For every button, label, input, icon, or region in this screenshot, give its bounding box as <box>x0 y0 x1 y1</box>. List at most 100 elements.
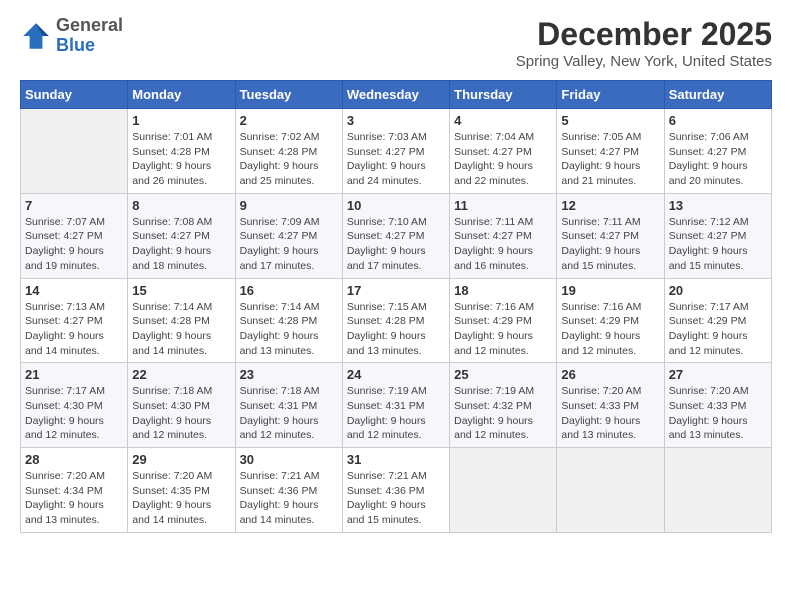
day-info: Sunrise: 7:08 AMSunset: 4:27 PMDaylight:… <box>132 215 230 274</box>
day-info: Sunrise: 7:16 AMSunset: 4:29 PMDaylight:… <box>561 300 659 359</box>
day-number: 26 <box>561 367 659 382</box>
day-info: Sunrise: 7:18 AMSunset: 4:31 PMDaylight:… <box>240 384 338 443</box>
calendar-cell: 4Sunrise: 7:04 AMSunset: 4:27 PMDaylight… <box>450 109 557 194</box>
day-number: 5 <box>561 113 659 128</box>
day-header-friday: Friday <box>557 81 664 109</box>
calendar-cell: 17Sunrise: 7:15 AMSunset: 4:28 PMDayligh… <box>342 278 449 363</box>
calendar-cell <box>450 448 557 533</box>
calendar-cell <box>21 109 128 194</box>
calendar-cell <box>557 448 664 533</box>
day-info: Sunrise: 7:17 AMSunset: 4:30 PMDaylight:… <box>25 384 123 443</box>
day-number: 7 <box>25 198 123 213</box>
day-number: 6 <box>669 113 767 128</box>
day-info: Sunrise: 7:07 AMSunset: 4:27 PMDaylight:… <box>25 215 123 274</box>
calendar-cell: 14Sunrise: 7:13 AMSunset: 4:27 PMDayligh… <box>21 278 128 363</box>
day-info: Sunrise: 7:18 AMSunset: 4:30 PMDaylight:… <box>132 384 230 443</box>
day-info: Sunrise: 7:21 AMSunset: 4:36 PMDaylight:… <box>240 469 338 528</box>
day-info: Sunrise: 7:06 AMSunset: 4:27 PMDaylight:… <box>669 130 767 189</box>
day-number: 12 <box>561 198 659 213</box>
calendar-cell: 16Sunrise: 7:14 AMSunset: 4:28 PMDayligh… <box>235 278 342 363</box>
calendar-header-row: SundayMondayTuesdayWednesdayThursdayFrid… <box>21 81 772 109</box>
day-number: 30 <box>240 452 338 467</box>
calendar-week-2: 7 Sunrise: 7:07 AMSunset: 4:27 PMDaylight… <box>21 193 772 278</box>
day-number: 18 <box>454 283 552 298</box>
calendar-week-1: 1 Sunrise: 7:01 AMSunset: 4:28 PMDaylight… <box>21 109 772 194</box>
day-number: 28 <box>25 452 123 467</box>
day-number: 2 <box>240 113 338 128</box>
day-info: Sunrise: 7:15 AMSunset: 4:28 PMDaylight:… <box>347 300 445 359</box>
day-number: 11 <box>454 198 552 213</box>
calendar-cell: 8 Sunrise: 7:08 AMSunset: 4:27 PMDaylight… <box>128 193 235 278</box>
page-subtitle: Spring Valley, New York, United States <box>516 53 772 70</box>
day-number: 23 <box>240 367 338 382</box>
day-header-tuesday: Tuesday <box>235 81 342 109</box>
day-header-monday: Monday <box>128 81 235 109</box>
day-number: 25 <box>454 367 552 382</box>
calendar-body: 1 Sunrise: 7:01 AMSunset: 4:28 PMDaylight… <box>21 109 772 533</box>
day-info: Sunrise: 7:11 AMSunset: 4:27 PMDaylight:… <box>454 215 552 274</box>
calendar-cell: 19 Sunrise: 7:16 AMSunset: 4:29 PMDayligh… <box>557 278 664 363</box>
calendar-week-5: 28 Sunrise: 7:20 AMSunset: 4:34 PMDayligh… <box>21 448 772 533</box>
day-number: 20 <box>669 283 767 298</box>
day-number: 24 <box>347 367 445 382</box>
day-info: Sunrise: 7:19 AMSunset: 4:32 PMDaylight:… <box>454 384 552 443</box>
day-number: 10 <box>347 198 445 213</box>
calendar-cell: 15 Sunrise: 7:14 AMSunset: 4:28 PMDayligh… <box>128 278 235 363</box>
logo: General Blue <box>20 16 123 56</box>
day-number: 22 <box>132 367 230 382</box>
day-info: Sunrise: 7:21 AMSunset: 4:36 PMDaylight:… <box>347 469 445 528</box>
day-number: 31 <box>347 452 445 467</box>
day-info: Sunrise: 7:13 AMSunset: 4:27 PMDaylight:… <box>25 300 123 359</box>
day-info: Sunrise: 7:16 AMSunset: 4:29 PMDaylight:… <box>454 300 552 359</box>
day-header-saturday: Saturday <box>664 81 771 109</box>
day-info: Sunrise: 7:17 AMSunset: 4:29 PMDaylight:… <box>669 300 767 359</box>
calendar-week-4: 21Sunrise: 7:17 AMSunset: 4:30 PMDayligh… <box>21 363 772 448</box>
day-info: Sunrise: 7:20 AMSunset: 4:34 PMDaylight:… <box>25 469 123 528</box>
day-info: Sunrise: 7:03 AMSunset: 4:27 PMDaylight:… <box>347 130 445 189</box>
calendar-cell: 26 Sunrise: 7:20 AMSunset: 4:33 PMDayligh… <box>557 363 664 448</box>
day-number: 19 <box>561 283 659 298</box>
calendar-cell: 10Sunrise: 7:10 AMSunset: 4:27 PMDayligh… <box>342 193 449 278</box>
day-info: Sunrise: 7:11 AMSunset: 4:27 PMDaylight:… <box>561 215 659 274</box>
day-number: 15 <box>132 283 230 298</box>
day-number: 8 <box>132 198 230 213</box>
day-info: Sunrise: 7:05 AMSunset: 4:27 PMDaylight:… <box>561 130 659 189</box>
calendar-week-3: 14Sunrise: 7:13 AMSunset: 4:27 PMDayligh… <box>21 278 772 363</box>
calendar-cell: 12 Sunrise: 7:11 AMSunset: 4:27 PMDayligh… <box>557 193 664 278</box>
day-info: Sunrise: 7:14 AMSunset: 4:28 PMDaylight:… <box>132 300 230 359</box>
calendar-cell: 23 Sunrise: 7:18 AMSunset: 4:31 PMDayligh… <box>235 363 342 448</box>
calendar-cell: 2 Sunrise: 7:02 AMSunset: 4:28 PMDaylight… <box>235 109 342 194</box>
logo-icon <box>20 20 52 52</box>
calendar-cell: 6 Sunrise: 7:06 AMSunset: 4:27 PMDaylight… <box>664 109 771 194</box>
calendar-cell: 9 Sunrise: 7:09 AMSunset: 4:27 PMDaylight… <box>235 193 342 278</box>
calendar-cell <box>664 448 771 533</box>
calendar-cell: 25 Sunrise: 7:19 AMSunset: 4:32 PMDayligh… <box>450 363 557 448</box>
day-info: Sunrise: 7:20 AMSunset: 4:35 PMDaylight:… <box>132 469 230 528</box>
day-number: 1 <box>132 113 230 128</box>
day-number: 9 <box>240 198 338 213</box>
calendar-cell: 18 Sunrise: 7:16 AMSunset: 4:29 PMDayligh… <box>450 278 557 363</box>
calendar-cell: 27Sunrise: 7:20 AMSunset: 4:33 PMDayligh… <box>664 363 771 448</box>
day-info: Sunrise: 7:20 AMSunset: 4:33 PMDaylight:… <box>669 384 767 443</box>
calendar-cell: 20 Sunrise: 7:17 AMSunset: 4:29 PMDayligh… <box>664 278 771 363</box>
day-number: 3 <box>347 113 445 128</box>
calendar-cell: 30 Sunrise: 7:21 AMSunset: 4:36 PMDayligh… <box>235 448 342 533</box>
calendar-cell: 3 Sunrise: 7:03 AMSunset: 4:27 PMDaylight… <box>342 109 449 194</box>
calendar-cell: 5 Sunrise: 7:05 AMSunset: 4:27 PMDaylight… <box>557 109 664 194</box>
day-number: 29 <box>132 452 230 467</box>
day-header-thursday: Thursday <box>450 81 557 109</box>
day-info: Sunrise: 7:20 AMSunset: 4:33 PMDaylight:… <box>561 384 659 443</box>
title-area: December 2025 Spring Valley, New York, U… <box>516 16 772 70</box>
day-info: Sunrise: 7:19 AMSunset: 4:31 PMDaylight:… <box>347 384 445 443</box>
calendar-cell: 29 Sunrise: 7:20 AMSunset: 4:35 PMDayligh… <box>128 448 235 533</box>
calendar-cell: 28 Sunrise: 7:20 AMSunset: 4:34 PMDayligh… <box>21 448 128 533</box>
day-header-sunday: Sunday <box>21 81 128 109</box>
day-number: 16 <box>240 283 338 298</box>
day-info: Sunrise: 7:09 AMSunset: 4:27 PMDaylight:… <box>240 215 338 274</box>
day-info: Sunrise: 7:12 AMSunset: 4:27 PMDaylight:… <box>669 215 767 274</box>
day-info: Sunrise: 7:01 AMSunset: 4:28 PMDaylight:… <box>132 130 230 189</box>
calendar-cell: 21Sunrise: 7:17 AMSunset: 4:30 PMDayligh… <box>21 363 128 448</box>
day-info: Sunrise: 7:04 AMSunset: 4:27 PMDaylight:… <box>454 130 552 189</box>
day-info: Sunrise: 7:02 AMSunset: 4:28 PMDaylight:… <box>240 130 338 189</box>
calendar-cell: 24 Sunrise: 7:19 AMSunset: 4:31 PMDayligh… <box>342 363 449 448</box>
